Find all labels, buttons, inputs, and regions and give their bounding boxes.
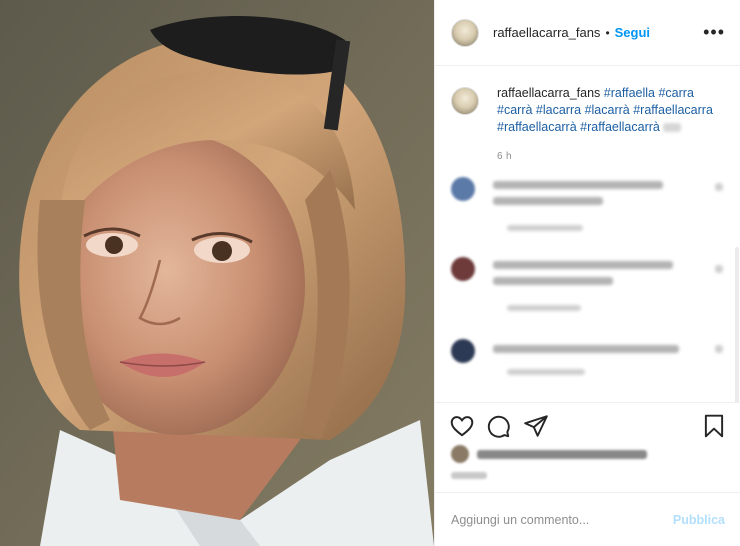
blurred-comment-text [493, 345, 679, 353]
likes-summary[interactable] [451, 445, 647, 463]
comment-bubble-icon[interactable] [485, 413, 511, 439]
hashtag[interactable]: #carra [658, 86, 693, 100]
blurred-comment-text [493, 277, 613, 285]
blurred-comment-text [493, 181, 663, 189]
blurred-comment-meta [507, 305, 581, 311]
avatar[interactable] [451, 18, 479, 47]
blurred-comment-meta [507, 369, 585, 375]
blurred-likes-text [477, 449, 647, 459]
post-photo[interactable] [0, 0, 434, 546]
post-header: raffaellacarra_fans • Segui ••• [435, 0, 740, 66]
comment-avatar[interactable] [451, 339, 475, 363]
heart-icon[interactable] [449, 413, 475, 439]
blurred-comment-text [493, 197, 603, 205]
blurred-text [663, 123, 682, 133]
comment-avatar[interactable] [451, 257, 475, 281]
portrait-image [0, 0, 434, 546]
comment-like-icon[interactable] [715, 265, 723, 273]
header-username[interactable]: raffaellacarra_fans [493, 25, 600, 40]
hashtag[interactable]: #raffaellacarrà [497, 120, 577, 134]
post-caption: raffaellacarra_fans #raffaella #carra #c… [451, 85, 731, 165]
hashtag[interactable]: #lacarra [536, 103, 581, 117]
comment-like-icon[interactable] [715, 183, 723, 191]
post-side-panel: raffaellacarra_fans • Segui ••• raffaell… [434, 0, 740, 546]
add-comment-input[interactable] [451, 512, 673, 527]
hashtag[interactable]: #lacarrà [585, 103, 630, 117]
instagram-post: raffaellacarra_fans • Segui ••• raffaell… [0, 0, 740, 546]
hashtag[interactable]: #raffaellacarrà [580, 120, 660, 134]
blurred-comment-meta [507, 225, 583, 231]
separator-dot: • [605, 25, 610, 40]
bookmark-icon[interactable] [701, 413, 727, 439]
liker-avatar[interactable] [451, 445, 469, 463]
more-options-icon[interactable]: ••• [703, 22, 725, 42]
post-time: 6 h [497, 151, 512, 162]
hashtag[interactable]: #raffaella [604, 86, 655, 100]
post-actions [435, 402, 740, 492]
hashtag[interactable]: #carrà [497, 103, 532, 117]
comments-list[interactable]: raffaellacarra_fans #raffaella #carra #c… [435, 67, 740, 402]
add-comment-bar: Pubblica [435, 492, 740, 546]
publish-button[interactable]: Pubblica [673, 513, 725, 527]
comment-avatar[interactable] [451, 177, 475, 201]
comments-scrollbar[interactable] [735, 247, 739, 402]
caption-avatar[interactable] [451, 87, 479, 115]
blurred-comment-text [493, 261, 673, 269]
follow-button[interactable]: Segui [615, 25, 650, 40]
caption-username[interactable]: raffaellacarra_fans [497, 86, 600, 100]
blurred-post-date [451, 472, 487, 479]
comment-like-icon[interactable] [715, 345, 723, 353]
paper-plane-icon[interactable] [523, 413, 549, 439]
hashtag[interactable]: #raffaellacarra [633, 103, 713, 117]
